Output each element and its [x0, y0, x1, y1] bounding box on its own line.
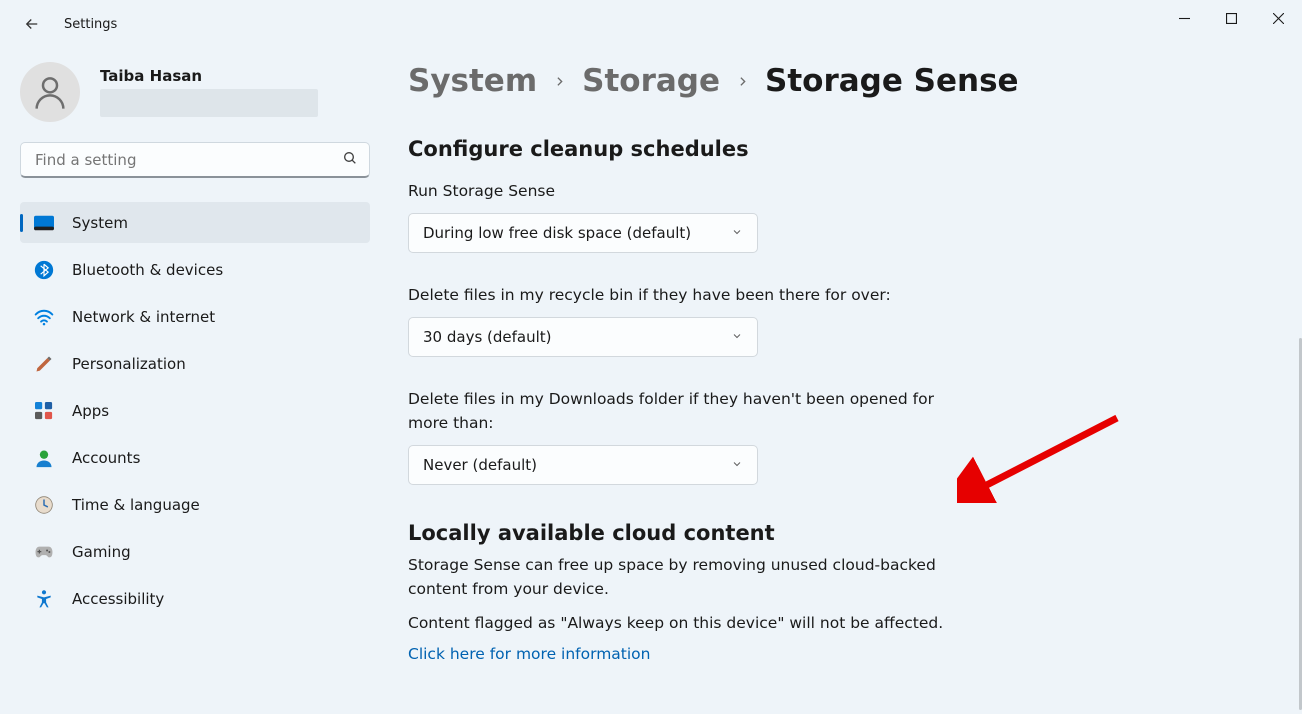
- search-icon: [342, 150, 358, 170]
- back-arrow-icon: [23, 15, 41, 33]
- sidebar-item-time[interactable]: Time & language: [20, 484, 370, 525]
- chevron-down-icon: [731, 328, 743, 346]
- system-icon: [34, 213, 54, 233]
- crumb-storage-sense: Storage Sense: [765, 66, 1019, 97]
- breadcrumb: System Storage Storage Sense: [408, 66, 1272, 97]
- nav-label: Bluetooth & devices: [72, 261, 223, 279]
- cloud-section-title: Locally available cloud content: [408, 521, 1272, 545]
- nav-label: Apps: [72, 402, 109, 420]
- nav-label: Accounts: [72, 449, 140, 467]
- sidebar-item-system[interactable]: System: [20, 202, 370, 243]
- titlebar: Settings: [0, 0, 1302, 48]
- recycle-bin-label: Delete files in my recycle bin if they h…: [408, 283, 948, 307]
- cloud-desc-1: Storage Sense can free up space by remov…: [408, 553, 948, 601]
- annotation-arrow-icon: [957, 413, 1127, 503]
- paintbrush-icon: [34, 354, 54, 374]
- cleanup-section-title: Configure cleanup schedules: [408, 137, 1272, 161]
- run-storage-sense-label: Run Storage Sense: [408, 179, 948, 203]
- close-button[interactable]: [1255, 2, 1302, 34]
- nav-label: Accessibility: [72, 590, 164, 608]
- wifi-icon: [34, 307, 54, 327]
- recycle-bin-select[interactable]: 30 days (default): [408, 317, 758, 357]
- sidebar: Taiba Hasan System Bluetooth & devices N…: [0, 48, 380, 714]
- avatar: [20, 62, 80, 122]
- person-icon: [30, 72, 70, 112]
- chevron-down-icon: [731, 456, 743, 474]
- sidebar-item-network[interactable]: Network & internet: [20, 296, 370, 337]
- accounts-icon: [34, 448, 54, 468]
- close-icon: [1273, 13, 1284, 24]
- maximize-button[interactable]: [1208, 2, 1255, 34]
- apps-icon: [34, 401, 54, 421]
- back-button[interactable]: [18, 10, 46, 38]
- cloud-desc-2: Content flagged as "Always keep on this …: [408, 611, 948, 635]
- select-value: 30 days (default): [423, 328, 552, 346]
- sidebar-item-accounts[interactable]: Accounts: [20, 437, 370, 478]
- user-email-redacted: [100, 89, 318, 117]
- nav-label: Network & internet: [72, 308, 215, 326]
- chevron-right-icon: [736, 75, 749, 88]
- select-value: Never (default): [423, 456, 537, 474]
- bluetooth-icon: [34, 260, 54, 280]
- nav-label: System: [72, 214, 128, 232]
- select-value: During low free disk space (default): [423, 224, 691, 242]
- chevron-right-icon: [553, 75, 566, 88]
- crumb-storage[interactable]: Storage: [582, 66, 720, 97]
- clock-icon: [34, 495, 54, 515]
- chevron-down-icon: [731, 224, 743, 242]
- run-storage-sense-select[interactable]: During low free disk space (default): [408, 213, 758, 253]
- window-controls: [1161, 2, 1302, 34]
- sidebar-item-accessibility[interactable]: Accessibility: [20, 578, 370, 619]
- crumb-system[interactable]: System: [408, 66, 537, 97]
- more-info-link[interactable]: Click here for more information: [408, 645, 1272, 663]
- search-input[interactable]: [20, 142, 370, 178]
- content: System Storage Storage Sense Configure c…: [380, 48, 1302, 714]
- nav-label: Time & language: [72, 496, 200, 514]
- nav-label: Personalization: [72, 355, 186, 373]
- minimize-button[interactable]: [1161, 2, 1208, 34]
- nav: System Bluetooth & devices Network & int…: [20, 202, 370, 625]
- search-wrap: [20, 142, 370, 178]
- maximize-icon: [1226, 13, 1237, 24]
- nav-label: Gaming: [72, 543, 131, 561]
- sidebar-item-bluetooth[interactable]: Bluetooth & devices: [20, 249, 370, 290]
- user-name: Taiba Hasan: [100, 67, 318, 85]
- minimize-icon: [1179, 13, 1190, 24]
- sidebar-item-gaming[interactable]: Gaming: [20, 531, 370, 572]
- user-block[interactable]: Taiba Hasan: [20, 62, 370, 122]
- sidebar-item-apps[interactable]: Apps: [20, 390, 370, 431]
- app-title: Settings: [64, 17, 117, 32]
- downloads-label: Delete files in my Downloads folder if t…: [408, 387, 948, 435]
- sidebar-item-personalization[interactable]: Personalization: [20, 343, 370, 384]
- downloads-select[interactable]: Never (default): [408, 445, 758, 485]
- accessibility-icon: [34, 589, 54, 609]
- gamepad-icon: [34, 542, 54, 562]
